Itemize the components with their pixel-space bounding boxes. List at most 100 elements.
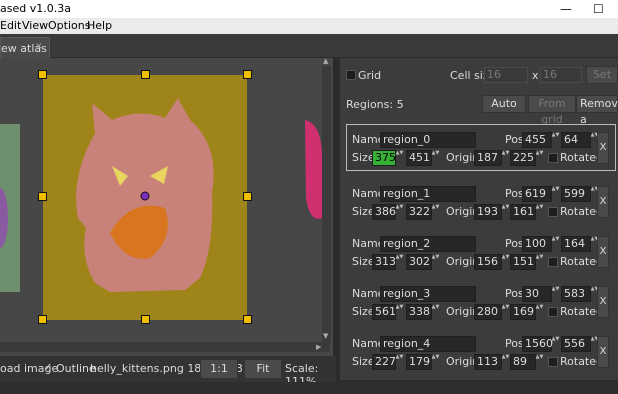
origin-y-input[interactable]: 161 [510,204,536,220]
remove-all-button[interactable]: Remove a [576,95,618,126]
rotated-checkbox[interactable] [548,257,558,267]
delete-region-button[interactable]: X [597,186,609,218]
horizontal-scrollbar[interactable]: ▶ [0,342,330,352]
scroll-right-icon[interactable]: ▶ [316,343,321,351]
handle-top-left[interactable] [38,70,47,79]
pivot-marker[interactable] [140,191,150,201]
cell-height-input[interactable]: 16 [540,67,582,83]
pos-y-input[interactable]: 164 [561,236,591,252]
grid-checkbox[interactable] [346,70,356,80]
size-width-stepper-icon[interactable]: ▲▼ [395,150,404,165]
origin-y-input[interactable]: 89 [510,354,536,370]
size-height-stepper-icon[interactable]: ▲▼ [431,150,440,165]
size-width-stepper-icon[interactable]: ▲▼ [395,354,404,369]
close-icon[interactable]: ✕ [35,42,43,52]
origin-y-stepper-icon[interactable]: ▲▼ [535,150,544,165]
rotated-checkbox[interactable] [548,307,558,317]
pos-x-stepper-icon[interactable]: ▲▼ [551,236,560,251]
pos-x-input[interactable]: 455 [522,132,552,148]
size-height-stepper-icon[interactable]: ▲▼ [431,254,440,269]
origin-y-input[interactable]: 151 [510,254,536,270]
zoom-1-1-button[interactable]: 1:1 [200,359,238,379]
menu-options[interactable]: Options [48,19,90,32]
auto-button[interactable]: Auto [482,95,526,113]
region-name-input[interactable]: region_4 [380,336,476,352]
outline-checkbox[interactable]: ✓ [44,363,54,373]
pos-x-input[interactable]: 100 [522,236,552,252]
rotated-checkbox[interactable] [548,357,558,367]
rotated-checkbox[interactable] [548,153,558,163]
handle-bottom[interactable] [141,315,150,324]
scroll-down-icon[interactable]: ▼ [323,332,328,340]
handle-right[interactable] [243,192,252,201]
size-height-input[interactable]: 322 [406,204,432,220]
origin-x-stepper-icon[interactable]: ▲▼ [501,204,510,219]
origin-x-stepper-icon[interactable]: ▲▼ [501,354,510,369]
handle-left[interactable] [38,192,47,201]
size-width-input[interactable]: 313 [372,254,396,270]
origin-y-stepper-icon[interactable]: ▲▼ [535,254,544,269]
origin-x-stepper-icon[interactable]: ▲▼ [501,304,510,319]
size-height-input[interactable]: 451 [406,150,432,166]
delete-region-button[interactable]: X [597,132,609,164]
pos-x-stepper-icon[interactable]: ▲▼ [551,336,560,351]
delete-region-button[interactable]: X [597,236,609,268]
tab-new-atlas[interactable]: ew atlas ✕ [0,37,50,58]
handle-bottom-right[interactable] [243,315,252,324]
size-height-stepper-icon[interactable]: ▲▼ [431,354,440,369]
origin-x-input[interactable]: 156 [474,254,502,270]
origin-x-input[interactable]: 280 [474,304,502,320]
size-height-input[interactable]: 338 [406,304,432,320]
menu-view[interactable]: View [22,19,48,32]
origin-y-input[interactable]: 225 [510,150,536,166]
origin-x-input[interactable]: 113 [474,354,502,370]
size-width-input[interactable]: 561 [372,304,396,320]
pos-y-input[interactable]: 556 [561,336,591,352]
origin-x-stepper-icon[interactable]: ▲▼ [501,254,510,269]
size-height-stepper-icon[interactable]: ▲▼ [431,204,440,219]
origin-y-stepper-icon[interactable]: ▲▼ [535,354,544,369]
size-height-input[interactable]: 302 [406,254,432,270]
size-width-stepper-icon[interactable]: ▲▼ [395,254,404,269]
handle-bottom-left[interactable] [38,315,47,324]
pos-x-stepper-icon[interactable]: ▲▼ [551,186,560,201]
pos-x-stepper-icon[interactable]: ▲▼ [551,286,560,301]
set-button[interactable]: Set [586,66,618,84]
pos-x-input[interactable]: 619 [522,186,552,202]
pos-x-input[interactable]: 30 [522,286,552,302]
size-height-stepper-icon[interactable]: ▲▼ [431,304,440,319]
minimize-icon[interactable]: — [560,2,572,16]
size-width-input[interactable]: 375 [372,150,396,166]
origin-x-input[interactable]: 187 [474,150,502,166]
rotated-checkbox[interactable] [548,207,558,217]
origin-y-stepper-icon[interactable]: ▲▼ [535,304,544,319]
fit-button[interactable]: Fit [244,359,282,379]
cell-width-input[interactable]: 16 [484,67,528,83]
vertical-scrollbar[interactable]: ▲ ▼ [322,57,331,342]
size-width-stepper-icon[interactable]: ▲▼ [395,304,404,319]
pos-y-input[interactable]: 64 [561,132,591,148]
pos-y-input[interactable]: 583 [561,286,591,302]
scroll-up-icon[interactable]: ▲ [323,57,328,65]
size-width-input[interactable]: 227 [372,354,396,370]
origin-x-input[interactable]: 193 [474,204,502,220]
menu-help[interactable]: Help [87,19,112,32]
region-name-input[interactable]: region_3 [380,286,476,302]
from-grid-button[interactable]: From grid [528,95,576,126]
pos-x-stepper-icon[interactable]: ▲▼ [551,132,560,147]
origin-x-stepper-icon[interactable]: ▲▼ [501,150,510,165]
atlas-canvas[interactable] [0,58,333,356]
size-width-input[interactable]: 386 [372,204,396,220]
size-height-input[interactable]: 179 [406,354,432,370]
region-name-input[interactable]: region_2 [380,236,476,252]
handle-top[interactable] [141,70,150,79]
menu-edit[interactable]: Edit [0,19,21,32]
size-width-stepper-icon[interactable]: ▲▼ [395,204,404,219]
handle-top-right[interactable] [243,70,252,79]
region-name-input[interactable]: region_0 [380,132,476,148]
pos-x-input[interactable]: 1560 [522,336,553,352]
pos-y-input[interactable]: 599 [561,186,591,202]
origin-y-stepper-icon[interactable]: ▲▼ [535,204,544,219]
maximize-icon[interactable]: ☐ [593,2,604,16]
region-name-input[interactable]: region_1 [380,186,476,202]
